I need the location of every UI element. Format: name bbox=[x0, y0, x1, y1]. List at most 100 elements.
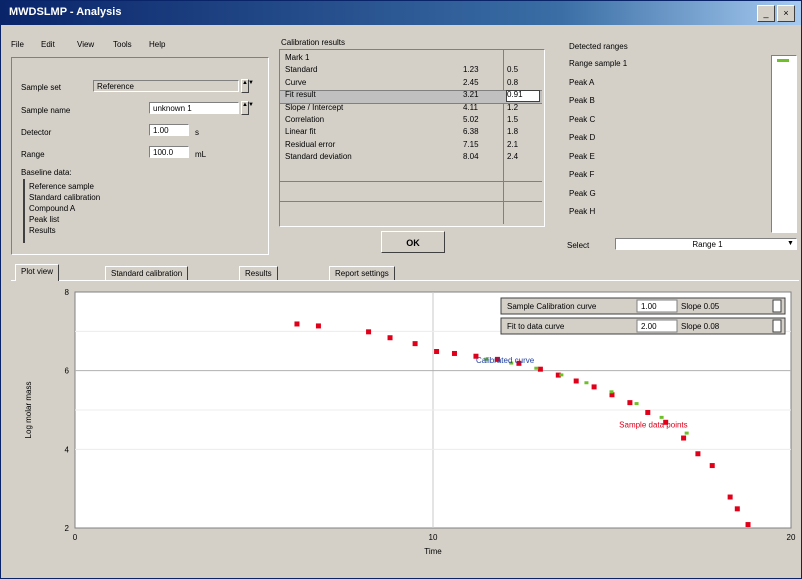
table-cell: Fit result bbox=[285, 90, 316, 100]
data-point-red bbox=[695, 451, 701, 457]
menu-view[interactable]: View bbox=[77, 40, 94, 49]
range-list-item[interactable]: Peak A bbox=[569, 78, 594, 87]
range-list-item[interactable]: Peak G bbox=[569, 189, 596, 198]
range-list-item[interactable]: Range sample 1 bbox=[569, 59, 627, 68]
table-cell: Mark 1 bbox=[285, 53, 310, 62]
data-point-red bbox=[387, 335, 393, 341]
tab-results[interactable]: Results bbox=[239, 266, 278, 280]
table-cell: 1.23 bbox=[463, 65, 479, 75]
table-cell: Correlation bbox=[285, 115, 325, 124]
table-cell: 2.4 bbox=[507, 152, 519, 162]
range-list-item[interactable]: Peak F bbox=[569, 170, 594, 179]
y-tick-label: 8 bbox=[65, 288, 70, 297]
range-input[interactable]: 100.0 bbox=[149, 146, 189, 158]
range-list-item[interactable]: Peak H bbox=[569, 207, 595, 216]
table-title: Calibration results bbox=[281, 38, 346, 47]
range-list-item[interactable]: Peak E bbox=[569, 152, 595, 161]
close-button[interactable]: × bbox=[777, 5, 795, 22]
data-point-red bbox=[591, 384, 597, 390]
table-cell: 2.45 bbox=[463, 77, 479, 87]
y-tick-label: 6 bbox=[65, 367, 70, 376]
table-cell: Residual error bbox=[285, 139, 336, 149]
table-cell: 0.5 bbox=[507, 65, 519, 75]
baseline-list-label: Baseline data: bbox=[21, 168, 72, 177]
range-label: Range bbox=[21, 150, 45, 159]
menu-edit[interactable]: Edit bbox=[41, 40, 55, 49]
range-list-item[interactable]: Peak C bbox=[569, 115, 595, 124]
data-point-red bbox=[412, 341, 418, 347]
range-list-item[interactable]: Peak D bbox=[569, 133, 595, 142]
y-tick-label: 4 bbox=[65, 445, 70, 454]
title-bar[interactable]: MWDSLMP - Analysis _ × bbox=[1, 1, 801, 25]
list-item[interactable]: Reference sample bbox=[29, 182, 94, 191]
table-cell: 1.8 bbox=[507, 127, 519, 137]
sample-name-label: Sample name bbox=[21, 106, 71, 115]
data-point-red bbox=[294, 321, 300, 327]
legend-toggle bbox=[772, 319, 782, 333]
y-axis-label: Log molar mass bbox=[24, 382, 33, 439]
detector-unit: s bbox=[195, 128, 199, 137]
blue-annotation: Calibrated curve bbox=[476, 356, 535, 365]
detector-input[interactable]: 1.00 bbox=[149, 124, 189, 136]
range-swatch bbox=[777, 59, 789, 62]
table-cell: 8.04 bbox=[463, 152, 479, 162]
sample-name-spinner[interactable]: ▲▼ bbox=[241, 101, 254, 115]
sample-name-input[interactable]: unknown 1 bbox=[149, 102, 239, 114]
table-cell: 5.02 bbox=[463, 115, 479, 124]
list-item[interactable]: Standard calibration bbox=[29, 193, 100, 202]
data-point-red bbox=[681, 435, 687, 441]
table-cell: 0.8 bbox=[507, 77, 519, 87]
list-item[interactable]: Results bbox=[29, 226, 56, 235]
detector-label: Detector bbox=[21, 128, 52, 137]
data-point-green bbox=[534, 366, 539, 370]
tab-standard-calibration[interactable]: Standard calibration bbox=[105, 266, 189, 280]
ok-button[interactable]: OK bbox=[381, 231, 445, 253]
red-annotation: Sample data points bbox=[619, 421, 688, 430]
tab-report-settings[interactable]: Report settings bbox=[329, 266, 395, 280]
sample-set-label: Sample set bbox=[21, 83, 62, 92]
table-cell: 2.1 bbox=[507, 139, 519, 149]
table-cell: 0.91 bbox=[507, 90, 523, 100]
table-row-line bbox=[280, 201, 542, 202]
table-cell: Standard deviation bbox=[285, 152, 352, 162]
y-tick-label: 2 bbox=[65, 524, 70, 533]
data-point-green bbox=[684, 431, 689, 435]
range-list-item[interactable]: Peak B bbox=[569, 96, 595, 105]
tab-plot-view[interactable]: Plot view bbox=[15, 264, 60, 281]
data-point-red bbox=[434, 349, 440, 354]
legend-extra: Slope 0.05 bbox=[681, 302, 720, 311]
table-cell: 1.2 bbox=[507, 102, 519, 112]
minimize-button[interactable]: _ bbox=[757, 5, 775, 22]
list-item[interactable]: Compound A bbox=[29, 204, 75, 213]
menu-file[interactable]: File bbox=[11, 40, 24, 49]
dropdown-label: Select bbox=[567, 241, 590, 250]
legend-extra: Slope 0.08 bbox=[681, 322, 720, 331]
range-dropdown[interactable]: Range 1 bbox=[615, 238, 797, 250]
data-point-green bbox=[559, 373, 564, 377]
ranges-scroll-area[interactable] bbox=[771, 55, 797, 233]
x-tick-label: 20 bbox=[787, 533, 796, 542]
table-cell: Slope / Intercept bbox=[285, 102, 344, 112]
sample-set-select[interactable]: Reference bbox=[93, 80, 239, 92]
legend-toggle bbox=[772, 299, 782, 313]
sample-set-spinner[interactable]: ▲▼ bbox=[241, 79, 254, 93]
list-item[interactable]: Peak list bbox=[29, 215, 59, 224]
menu-help[interactable]: Help bbox=[149, 40, 165, 49]
table-row-line bbox=[280, 181, 542, 182]
data-point-green bbox=[609, 390, 614, 394]
data-point-red bbox=[727, 494, 733, 500]
legend-value: 2.00 bbox=[641, 322, 657, 331]
menu-tools[interactable]: Tools bbox=[113, 40, 132, 49]
data-point-red bbox=[366, 329, 372, 335]
data-point-red bbox=[709, 463, 715, 469]
main-window: MWDSLMP - Analysis _ × File Edit View To… bbox=[0, 0, 802, 579]
calibration-chart[interactable]: 8 6 4 20 10 20 Time Log molar mass Calibrated cu… bbox=[17, 284, 799, 566]
table-cell: Linear fit bbox=[285, 127, 316, 137]
legend-label: Fit to data curve bbox=[507, 322, 565, 331]
data-point-red bbox=[315, 323, 321, 329]
table-cell: 1.5 bbox=[507, 115, 519, 124]
x-tick-label: 0 bbox=[73, 533, 78, 542]
chevron-down-icon[interactable]: ▼ bbox=[787, 240, 794, 247]
data-point-red bbox=[645, 409, 651, 415]
table-cell: 6.38 bbox=[463, 127, 479, 137]
